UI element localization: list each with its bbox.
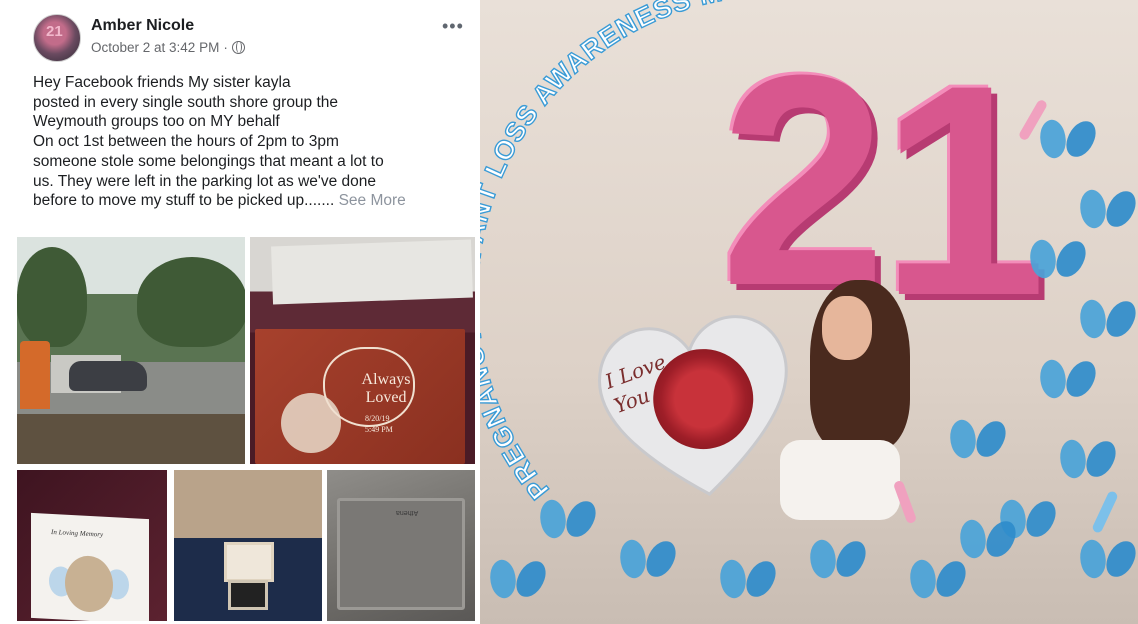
svg-text:PREGNANCY & INFANT LOSS AWAREN: PREGNANCY & INFANT LOSS AWARENESS MONTH — [480, 0, 806, 505]
post-author[interactable]: Amber Nicole — [91, 17, 194, 35]
post-line: before to move my stuff to be picked up.… — [33, 192, 335, 210]
porta-potty — [20, 341, 50, 409]
photo-blanket-frames[interactable] — [174, 470, 322, 621]
post-line: someone stole some belongings that meant… — [33, 152, 384, 170]
ultrasound-frame — [228, 580, 268, 610]
post-timestamp[interactable]: October 2 at 3:42 PM — [91, 40, 219, 55]
post-line: Hey Facebook friends My sister kayla — [33, 74, 291, 91]
book-inscription: Always Loved — [351, 371, 421, 407]
arc-title-text: PREGNANCY & INFANT LOSS AWARENESS MONTH — [480, 0, 806, 506]
see-more-link[interactable]: See More — [339, 192, 406, 209]
book-always: Always — [361, 371, 411, 388]
post-line: On oct 1st between the hours of 2pm to 3… — [33, 133, 339, 151]
book-loved: Loved — [365, 389, 407, 406]
car — [69, 361, 147, 391]
post-meta: October 2 at 3:42 PM · — [91, 40, 245, 55]
book-date: 8/20/19 — [365, 414, 390, 423]
memory-card: In Loving Memory — [31, 512, 149, 621]
post-line: posted in every single south shore group… — [33, 93, 339, 111]
card-caption: In Loving Memory — [51, 527, 104, 539]
metal-tray: Athena — [337, 498, 465, 610]
tree — [137, 257, 245, 347]
more-options-icon[interactable]: ••• — [442, 16, 464, 37]
angel-bear — [65, 554, 113, 614]
post-body: Hey Facebook friends My sister kayla pos… — [33, 73, 473, 211]
awareness-photo[interactable]: 2 1 I Love You PREGNANCY & INFA — [480, 0, 1138, 624]
photo-tray[interactable]: Athena — [327, 470, 475, 621]
book-date-block: 8/20/19 5:49 PM — [365, 413, 393, 435]
picture-frame — [224, 542, 274, 582]
facebook-post: 21 Amber Nicole October 2 at 3:42 PM · •… — [0, 0, 480, 624]
photo-memory-card[interactable]: In Loving Memory — [17, 470, 167, 621]
awareness-arc-title: PREGNANCY & INFANT LOSS AWARENESS MONTH — [480, 0, 806, 506]
tree — [17, 247, 87, 347]
tray-label: Athena — [396, 509, 419, 516]
photo-keepsake-book[interactable]: Always Loved 8/20/19 5:49 PM — [250, 237, 475, 464]
post-line: Weymouth groups too on MY behalf — [33, 113, 280, 131]
memory-book: Always Loved 8/20/19 5:49 PM — [255, 329, 465, 464]
book-time: 5:49 PM — [365, 425, 393, 434]
meta-separator: · — [223, 40, 228, 55]
photo-parking-lot[interactable] — [17, 237, 245, 464]
post-line-last: before to move my stuff to be picked up.… — [33, 191, 473, 211]
avatar-text: 21 — [46, 23, 63, 40]
post-line: us. They were left in the parking lot as… — [33, 172, 377, 190]
globe-icon — [231, 41, 245, 54]
avatar[interactable]: 21 — [33, 14, 81, 62]
paper-document — [271, 239, 473, 305]
